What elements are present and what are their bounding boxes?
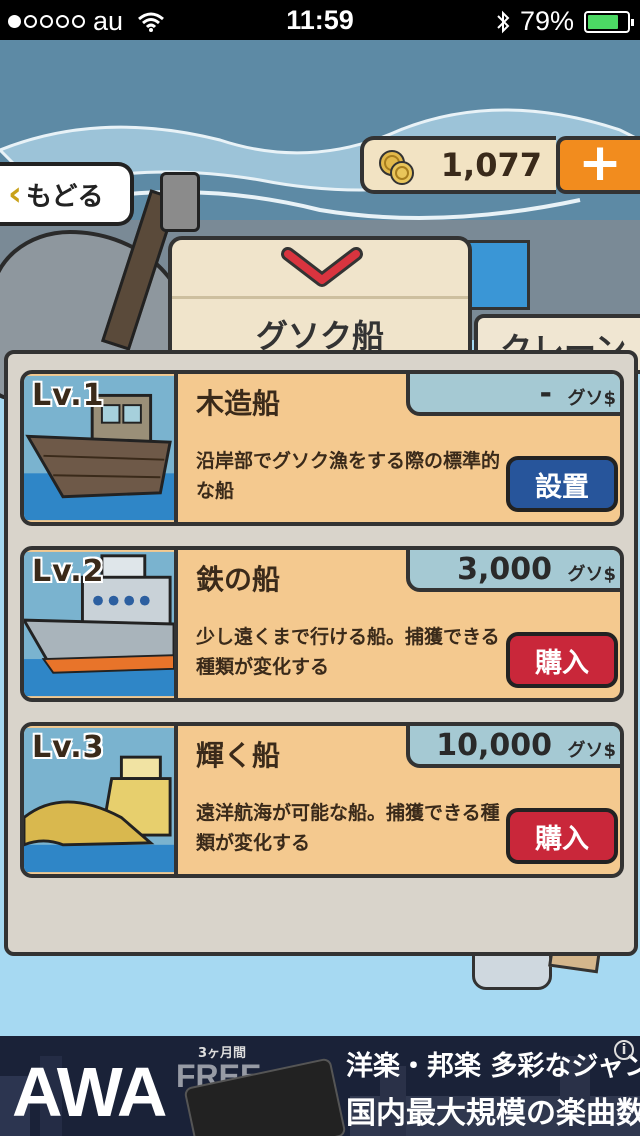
- purchase-button[interactable]: 購入: [506, 808, 618, 864]
- price-tag: - グソ$: [406, 374, 620, 416]
- ad-logo: AWA: [12, 1053, 167, 1131]
- coin-count: 1,077: [440, 146, 542, 184]
- ship-name: 輝く船: [196, 739, 281, 772]
- ship-item-lv2: Lv.2 鉄の船 3,000 グソ$ 少し遠くまで行ける船。捕獲できる種類が変化…: [20, 546, 624, 702]
- ship-description: 沿岸部でグソク漁をする際の標準的な船: [196, 450, 501, 502]
- ad-subheadline: 国内最大規模の楽曲数: [346, 1096, 640, 1131]
- level-label: Lv.2: [32, 554, 105, 589]
- ship-name: 木造船: [196, 387, 281, 420]
- info-icon[interactable]: i: [614, 1040, 634, 1060]
- coin-balance: 1,077: [360, 136, 556, 194]
- chevron-left-icon: ‹: [8, 174, 23, 214]
- coins-icon: [379, 150, 414, 185]
- ship-item-lv1: Lv.1 木造船 - グソ$ 沿岸部でグソク漁をする際の標準的な船 設置: [20, 370, 624, 526]
- ad-banner[interactable]: AWA 3ヶ月間 FREE 洋楽・邦楽 多彩なジャンルで 国内最大規模の楽曲数 …: [0, 1036, 640, 1136]
- price-tag: 3,000 グソ$: [406, 550, 620, 592]
- price-value: 10,000: [436, 728, 552, 763]
- bluetooth-icon: [497, 10, 510, 33]
- purchase-button[interactable]: 購入: [506, 632, 618, 688]
- currency-label: グソ$: [567, 740, 616, 761]
- ship-description: 遠洋航海が可能な船。捕獲できる種類が変化する: [196, 802, 500, 854]
- back-label: もどる: [26, 181, 104, 212]
- price-tag: 10,000 グソ$: [406, 726, 620, 768]
- ship-list-panel: Lv.1 木造船 - グソ$ 沿岸部でグソク漁をする際の標準的な船 設置 Lv.…: [4, 350, 638, 956]
- ship-description: 少し遠くまで行ける船。捕獲できる種類が変化する: [196, 626, 500, 678]
- currency-label: グソ$: [567, 388, 616, 409]
- battery-percent: 79%: [519, 6, 574, 36]
- level-label: Lv.1: [32, 378, 105, 413]
- ship-item-lv3: Lv.3 輝く船 10,000 グソ$ 遠洋航海が可能な船。捕獲できる種類が変化…: [20, 722, 624, 878]
- plus-icon: +: [578, 133, 622, 193]
- price-value: 3,000: [457, 552, 552, 587]
- currency-label: グソ$: [567, 564, 616, 585]
- level-label: Lv.3: [32, 730, 105, 765]
- ship-thumbnail: Lv.1: [24, 374, 178, 522]
- add-coins-button[interactable]: +: [556, 136, 640, 194]
- battery-icon: [584, 10, 634, 33]
- panel-title: グソク船: [172, 296, 468, 357]
- equip-button[interactable]: 設置: [506, 456, 618, 512]
- price-value: -: [539, 376, 552, 411]
- chevron-down-icon[interactable]: [280, 244, 364, 288]
- status-bar: au 11:59 79%: [0, 0, 640, 40]
- ship-thumbnail: Lv.2: [24, 550, 178, 698]
- panel-header: グソク船: [168, 236, 472, 356]
- ship-thumbnail: Lv.3: [24, 726, 178, 874]
- ad-headline: 洋楽・邦楽 多彩なジャンルで: [346, 1051, 640, 1082]
- ship-name: 鉄の船: [196, 563, 281, 596]
- back-button[interactable]: ‹ もどる: [0, 162, 134, 226]
